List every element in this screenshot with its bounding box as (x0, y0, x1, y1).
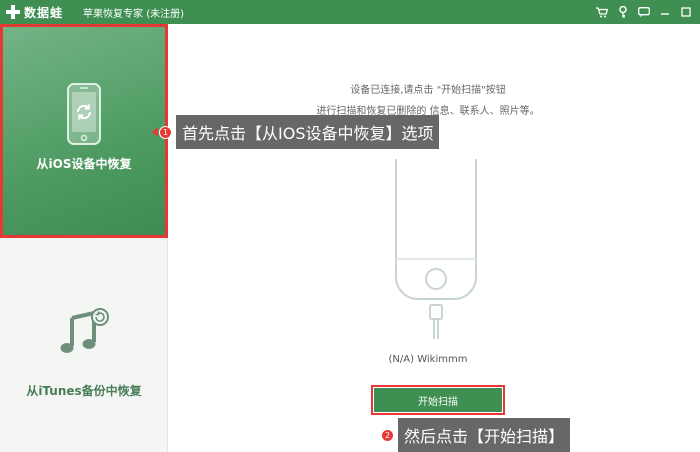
window-controls (595, 0, 692, 24)
sidebar-item-itunes-recovery[interactable]: 从iTunes备份中恢复 (0, 242, 168, 452)
step-number-badge: 2 (381, 428, 394, 442)
app-logo: 数据蛙 (0, 0, 63, 24)
chat-icon[interactable] (637, 6, 650, 19)
step-number-badge: 1 (159, 125, 172, 139)
callout-text: 首先点击【从IOS设备中恢复】选项 (176, 115, 440, 149)
plus-logo-icon (6, 5, 20, 19)
start-scan-button[interactable]: 开始扫描 (371, 385, 505, 415)
connected-phone-illustration (395, 159, 477, 339)
cart-icon[interactable] (595, 6, 608, 19)
minimize-icon[interactable] (658, 6, 671, 19)
brand-name: 数据蛙 (24, 5, 64, 20)
phone-refresh-icon (67, 83, 101, 145)
music-refresh-icon (60, 308, 109, 353)
main-panel: 设备已连接,请点击 "开始扫描"按钮 进行扫描和恢复已删除的 信息、联系人、照片… (168, 24, 700, 452)
sidebar-item-label: 从iTunes备份中恢复 (26, 384, 142, 398)
callout-text: 然后点击【开始扫描】 (398, 418, 571, 452)
callout-step-2: 2 然后点击【开始扫描】 (381, 418, 571, 452)
device-name: (N/A) Wikimmm (388, 354, 468, 365)
sidebar-item-ios-recovery[interactable]: 从iOS设备中恢复 (0, 24, 168, 238)
title-bar: 数据蛙 苹果恢复专家 (未注册) (0, 0, 700, 24)
window-title: 苹果恢复专家 (未注册) (83, 8, 184, 20)
close-icon[interactable] (679, 6, 692, 19)
sidebar-item-label: 从iOS设备中恢复 (36, 157, 132, 171)
key-icon[interactable] (616, 6, 629, 19)
sidebar: 从iOS设备中恢复 从iTunes备份中恢复 (0, 24, 168, 452)
instruction-line-1: 设备已连接,请点击 "开始扫描"按钮 (350, 85, 506, 96)
callout-step-1: 1 首先点击【从IOS设备中恢复】选项 (152, 115, 440, 149)
callout-arrow-icon (152, 127, 158, 137)
